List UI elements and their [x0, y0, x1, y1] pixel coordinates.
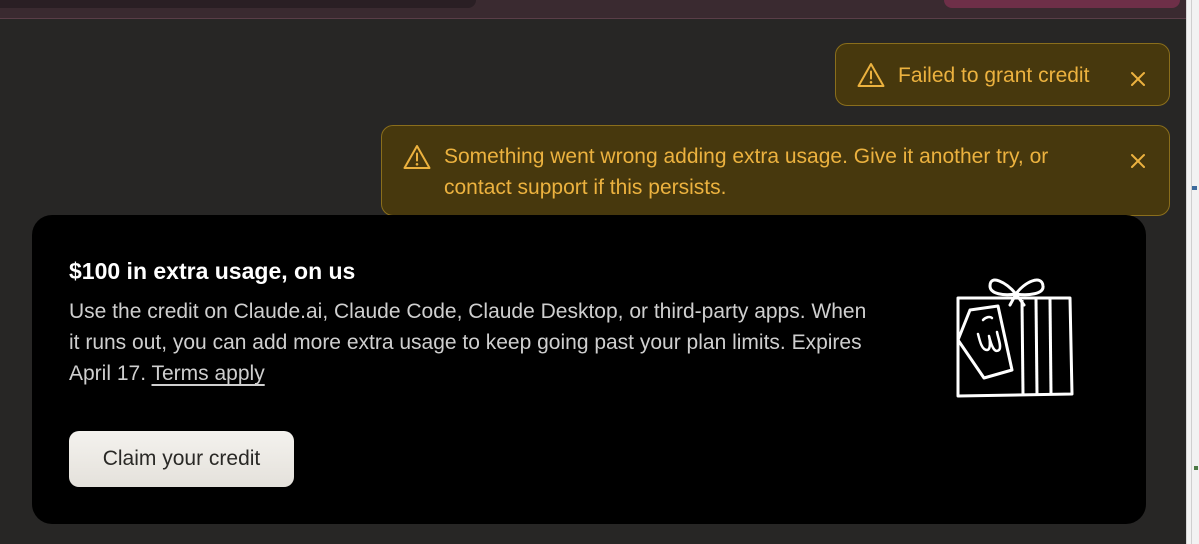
side-panel-marker-2 — [1194, 466, 1198, 470]
error-toast-failed-grant: Failed to grant credit — [835, 43, 1170, 106]
side-panel-edge — [1186, 0, 1199, 544]
warning-icon — [403, 144, 431, 170]
browser-tab-left[interactable] — [0, 0, 476, 8]
toast-message: Failed to grant credit — [898, 64, 1090, 87]
side-panel-divider — [1191, 0, 1192, 544]
claim-credit-button[interactable]: Claim your credit — [69, 431, 294, 487]
toast-message: Something went wrong adding extra usage.… — [444, 145, 1049, 199]
side-panel-marker — [1192, 186, 1197, 190]
error-toast-extra-usage: Something went wrong adding extra usage.… — [381, 125, 1170, 216]
browser-tab-right[interactable] — [944, 0, 1180, 8]
close-icon[interactable] — [1129, 66, 1147, 86]
close-icon[interactable] — [1129, 148, 1147, 168]
gift-box-icon — [956, 278, 1074, 398]
browser-top-strip — [0, 0, 1199, 19]
promo-description: Use the credit on Claude.ai, Claude Code… — [69, 296, 869, 389]
warning-icon — [857, 62, 885, 88]
terms-link[interactable]: Terms apply — [152, 362, 265, 385]
promo-card: $100 in extra usage, on us Use the credi… — [32, 215, 1146, 524]
promo-title: $100 in extra usage, on us — [69, 258, 356, 284]
